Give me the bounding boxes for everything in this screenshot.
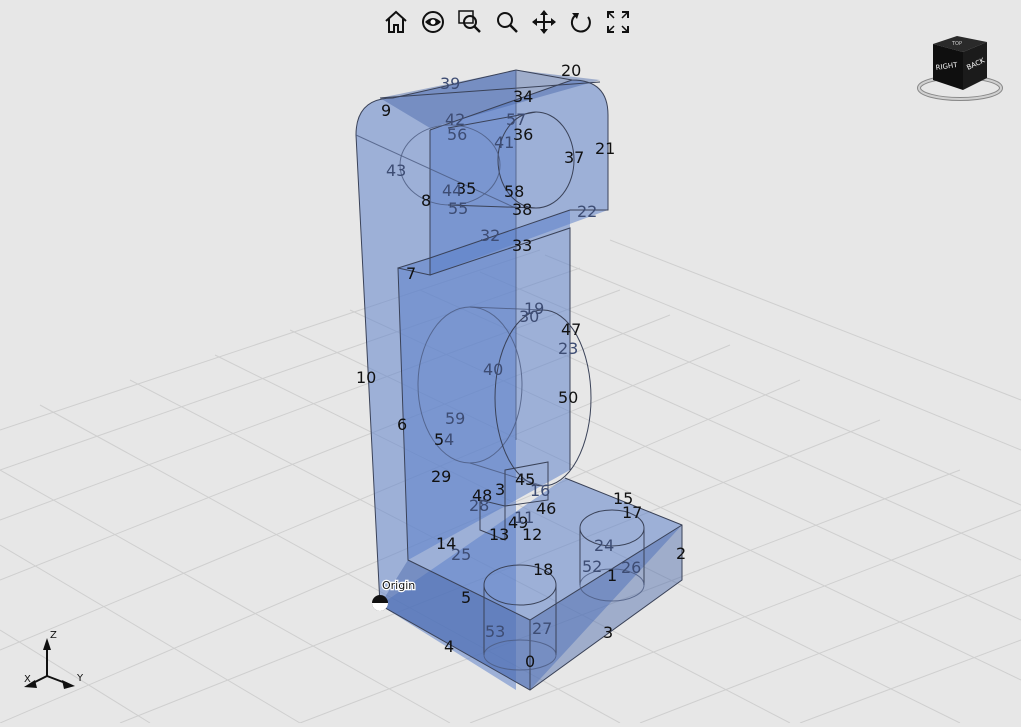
vertex-label: 56 bbox=[447, 125, 467, 144]
scene-canvas[interactable]: 39 20 9 34 42 57 56 36 41 21 37 43 35 44… bbox=[0, 0, 1021, 724]
rotate-icon bbox=[570, 13, 591, 33]
view-cube[interactable]: RIGHT BACK TOP bbox=[915, 32, 1005, 104]
vertex-label: 32 bbox=[480, 226, 500, 245]
home-icon bbox=[384, 10, 407, 33]
vertex-label: 17 bbox=[622, 503, 642, 522]
vertex-label: 22 bbox=[577, 202, 597, 221]
vertex-label: 4 bbox=[444, 637, 454, 656]
vertex-label: 53 bbox=[485, 622, 505, 641]
vertex-label: 39 bbox=[440, 74, 460, 93]
vertex-label: 9 bbox=[381, 101, 391, 120]
pan-button[interactable] bbox=[526, 4, 561, 40]
zoom-window-icon bbox=[457, 10, 481, 33]
vertex-label: 28 bbox=[469, 496, 489, 515]
eye-icon bbox=[421, 11, 444, 33]
vertex-label: 1 bbox=[607, 566, 617, 585]
vertex-label: 24 bbox=[594, 536, 614, 555]
vertex-label: 55 bbox=[448, 199, 468, 218]
home-view-button[interactable] bbox=[378, 4, 413, 40]
vertex-label: 18 bbox=[533, 560, 553, 579]
vertex-label: 58 bbox=[504, 182, 524, 201]
vertex-label: 27 bbox=[532, 619, 552, 638]
view-toolbar bbox=[378, 4, 635, 40]
vertex-label: 4 bbox=[444, 430, 454, 449]
vertex-label: 8 bbox=[421, 191, 431, 210]
vertex-label: 3 bbox=[603, 623, 613, 642]
vertex-label: 40 bbox=[483, 360, 503, 379]
vertex-label: 30 bbox=[519, 307, 539, 326]
vertex-label: 10 bbox=[356, 368, 376, 387]
axis-z-label: Z bbox=[50, 630, 57, 641]
axis-triad: Z X Y bbox=[24, 630, 84, 689]
vertex-label: 59 bbox=[445, 409, 465, 428]
vertex-label: 47 bbox=[561, 320, 581, 339]
vertex-label: 26 bbox=[621, 558, 641, 577]
vertex-label: 43 bbox=[386, 161, 406, 180]
axis-x-label: X bbox=[24, 674, 31, 685]
move-arrows-icon bbox=[531, 10, 556, 34]
vertex-label: 34 bbox=[513, 87, 533, 106]
vertex-label: 3 bbox=[495, 480, 505, 499]
fullscreen-icon bbox=[606, 11, 629, 33]
vertex-label: 25 bbox=[451, 545, 471, 564]
vertex-label: 5 bbox=[461, 588, 471, 607]
vertex-label: 7 bbox=[406, 264, 416, 283]
3d-viewport[interactable]: 39 20 9 34 42 57 56 36 41 21 37 43 35 44… bbox=[0, 0, 1021, 724]
vertex-label: 41 bbox=[494, 133, 514, 152]
look-at-button[interactable] bbox=[415, 4, 450, 40]
vertex-label: 16 bbox=[530, 481, 550, 500]
axis-y-label: Y bbox=[76, 673, 84, 684]
vertex-label: 52 bbox=[582, 557, 602, 576]
vertex-label: 20 bbox=[561, 61, 581, 80]
vertex-label: 38 bbox=[512, 200, 532, 219]
vertex-label: 36 bbox=[513, 125, 533, 144]
vertex-label: 44 bbox=[442, 181, 462, 200]
vertex-label: 50 bbox=[558, 388, 578, 407]
rotate-button[interactable] bbox=[563, 4, 598, 40]
vertex-label: 33 bbox=[512, 236, 532, 255]
vertex-label: 13 bbox=[489, 525, 509, 544]
view-cube-top-face: TOP bbox=[951, 41, 962, 47]
vertex-label: 6 bbox=[397, 415, 407, 434]
vertex-label: 29 bbox=[431, 467, 451, 486]
vertex-label: 21 bbox=[595, 139, 615, 158]
vertex-label: 37 bbox=[564, 148, 584, 167]
vertex-label: 12 bbox=[522, 525, 542, 544]
vertex-label: 5 bbox=[434, 430, 444, 449]
zoom-button[interactable] bbox=[489, 4, 524, 40]
vertex-label: 0 bbox=[525, 652, 535, 671]
origin-label: Origin bbox=[382, 579, 415, 592]
zoom-window-button[interactable] bbox=[452, 4, 487, 40]
fit-view-button[interactable] bbox=[600, 4, 635, 40]
vertex-label: 23 bbox=[558, 339, 578, 358]
vertex-label: 2 bbox=[676, 544, 686, 563]
vertex-label: 46 bbox=[536, 499, 556, 518]
magnifier-icon bbox=[496, 12, 518, 33]
